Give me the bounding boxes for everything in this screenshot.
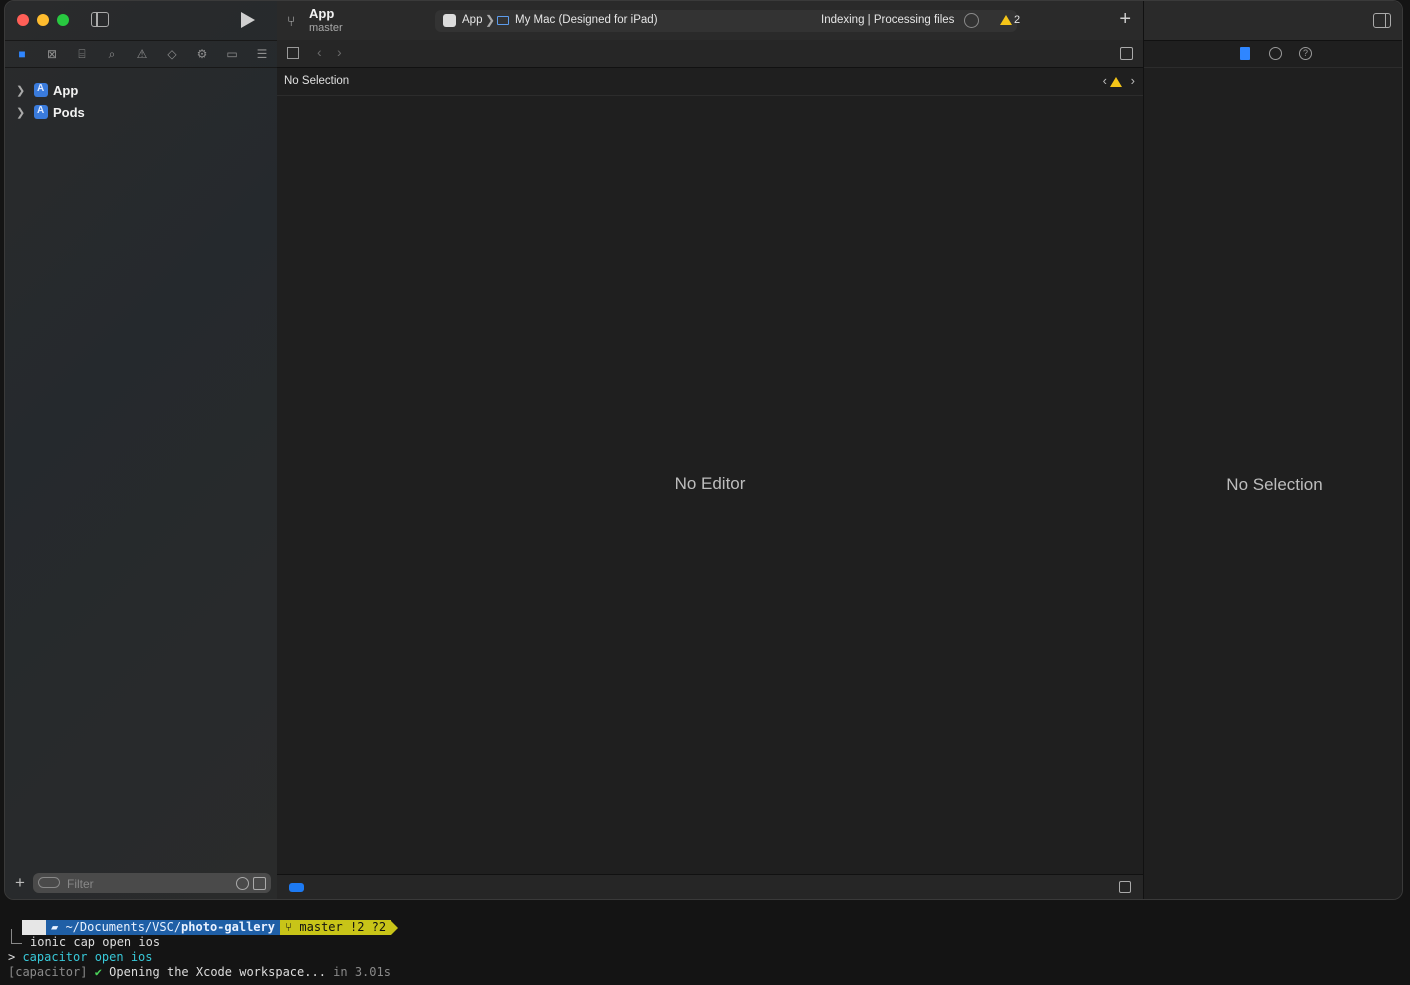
tree-item-label: Pods <box>53 104 85 120</box>
navigate-forward-icon[interactable]: › <box>337 44 342 60</box>
quick-help-icon[interactable]: ? <box>1299 47 1312 60</box>
progress-spinner-icon <box>964 13 979 28</box>
file-tree: ❯ App ❯ Pods <box>5 79 277 123</box>
chevron-right-icon[interactable]: ❯ <box>16 106 34 119</box>
split-editor-icon[interactable] <box>1120 47 1133 60</box>
xcode-window: ■ ⊠ ⌸ ⌕ ⚠ ◇ ⚙ ▭ ☰ ❯ App ❯ Pods + <box>4 0 1403 900</box>
tree-item-app[interactable]: ❯ App <box>5 79 277 101</box>
navigator-tabs: ■ ⊠ ⌸ ⌕ ⚠ ◇ ⚙ ▭ ☰ <box>5 40 277 68</box>
filter-options-icon[interactable] <box>38 877 60 888</box>
report-icon[interactable]: ☰ <box>255 47 269 61</box>
debug-bar <box>277 874 1143 899</box>
editor-area: No Editor <box>277 96 1143 874</box>
folder-icon[interactable]: ■ <box>15 47 29 61</box>
tree-item-label: App <box>53 82 79 98</box>
empty-editor-message: No Editor <box>674 474 746 493</box>
prompt-bar: ▰ ~/Documents/VSC/photo-gallery ⑂ master… <box>22 920 399 935</box>
project-name: App <box>309 6 335 21</box>
git-status: ⑂ master !2 ?2 <box>279 920 392 935</box>
inspector-empty-message: No Selection <box>1226 475 1323 494</box>
destination-selector[interactable]: My Mac (Designed for iPad) <box>515 14 658 26</box>
status-text: Indexing | Processing files <box>821 14 955 26</box>
project-navigator: ■ ⊠ ⌸ ⌕ ⚠ ◇ ⚙ ▭ ☰ ❯ App ❯ Pods + <box>5 1 278 899</box>
git-status-text: master !2 ?2 <box>299 920 387 934</box>
debug-area-toggle-icon[interactable] <box>289 883 304 892</box>
warning-icon[interactable] <box>1000 15 1012 25</box>
tree-item-pods[interactable]: ❯ Pods <box>5 101 277 123</box>
prompt-path: ▰ ~/Documents/VSC/photo-gallery <box>46 920 280 935</box>
line2-prompt: > <box>8 950 23 964</box>
branch-name[interactable]: master <box>309 22 343 34</box>
previous-issue-icon[interactable]: ‹ <box>1103 73 1107 88</box>
library-add-button[interactable]: + <box>1119 8 1131 31</box>
apple-logo-icon <box>22 920 46 935</box>
xcode-scheme-icon <box>443 14 456 27</box>
project-icon <box>34 83 48 97</box>
terminal-command: ionic cap open ios <box>30 935 161 949</box>
debug-icon[interactable]: ⚙ <box>195 47 209 61</box>
filter-box <box>33 873 271 893</box>
navigate-back-icon[interactable]: ‹ <box>317 44 322 60</box>
inspector-tabs: ? <box>1144 40 1402 68</box>
navigator-footer: + <box>5 869 277 899</box>
history-inspector-icon[interactable] <box>1269 47 1282 60</box>
jump-bar-label[interactable]: No Selection <box>284 75 349 87</box>
symbol-icon[interactable]: ⌸ <box>75 47 89 61</box>
project-icon <box>34 105 48 119</box>
line3-message: Opening the Xcode workspace... <box>101 965 326 979</box>
warning-count[interactable]: 2 <box>1014 14 1020 26</box>
find-icon[interactable]: ⌕ <box>105 47 119 61</box>
file-inspector-icon[interactable] <box>1240 47 1250 60</box>
sidebar-toggle-icon[interactable] <box>91 12 109 27</box>
folder-icon: ▰ <box>51 920 66 934</box>
path-folder: photo-gallery <box>181 920 275 934</box>
mac-device-icon <box>497 16 509 25</box>
line3-time: in 3.01s <box>325 965 391 979</box>
inspector-titlebar <box>1144 1 1402 41</box>
path-prefix: ~/Documents/VSC/ <box>65 920 182 934</box>
issue-icon[interactable]: ⚠ <box>135 47 149 61</box>
prompt-end-arrow <box>391 920 399 935</box>
titlebar <box>5 1 277 40</box>
test-icon[interactable]: ◇ <box>165 47 179 61</box>
git-branch-icon: ⑂ <box>284 920 300 934</box>
inspector-panel: ? No Selection <box>1143 1 1402 899</box>
terminal-line-2: > capacitor open ios <box>8 950 153 964</box>
recent-files-icon[interactable] <box>236 877 249 890</box>
breakpoint-icon[interactable]: ▭ <box>225 47 239 61</box>
console-toggle-icon[interactable] <box>1119 881 1131 893</box>
close-window-button[interactable] <box>17 14 29 26</box>
line2-command: capacitor open ios <box>22 950 153 964</box>
jump-bar: No Selection ‹ › <box>277 68 1143 96</box>
inspector-toggle-icon[interactable] <box>1373 13 1391 28</box>
line3-tag: [capacitor] <box>8 965 88 979</box>
terminal-line-3: [capacitor] ✔ Opening the Xcode workspac… <box>8 965 391 979</box>
activity-view: App ❯ My Mac (Designed for iPad) Indexin… <box>435 10 1020 32</box>
scheme-selector[interactable]: App <box>462 14 482 26</box>
window-toolbar: ⑂ App master App ❯ My Mac (Designed for … <box>277 1 1143 41</box>
warning-icon[interactable] <box>1110 77 1122 87</box>
related-items-icon[interactable] <box>287 47 299 59</box>
zoom-window-button[interactable] <box>57 14 69 26</box>
next-issue-icon[interactable]: › <box>1131 73 1135 88</box>
add-file-button[interactable]: + <box>15 873 25 893</box>
filter-input[interactable] <box>65 875 219 893</box>
editor-tab-bar: ‹ › <box>277 40 1143 68</box>
chevron-right-icon[interactable]: ❯ <box>16 84 34 97</box>
check-icon: ✔ <box>94 965 102 979</box>
source-control-filter-icon[interactable] <box>253 877 266 890</box>
run-button[interactable] <box>241 12 255 28</box>
terminal: ▰ ~/Documents/VSC/photo-gallery ⑂ master… <box>0 900 1410 985</box>
minimize-window-button[interactable] <box>37 14 49 26</box>
prompt-bracket <box>11 929 22 944</box>
chevron-right-icon: ❯ <box>485 13 496 27</box>
source-control-icon[interactable]: ⊠ <box>45 47 59 61</box>
branch-icon[interactable]: ⑂ <box>287 13 295 29</box>
